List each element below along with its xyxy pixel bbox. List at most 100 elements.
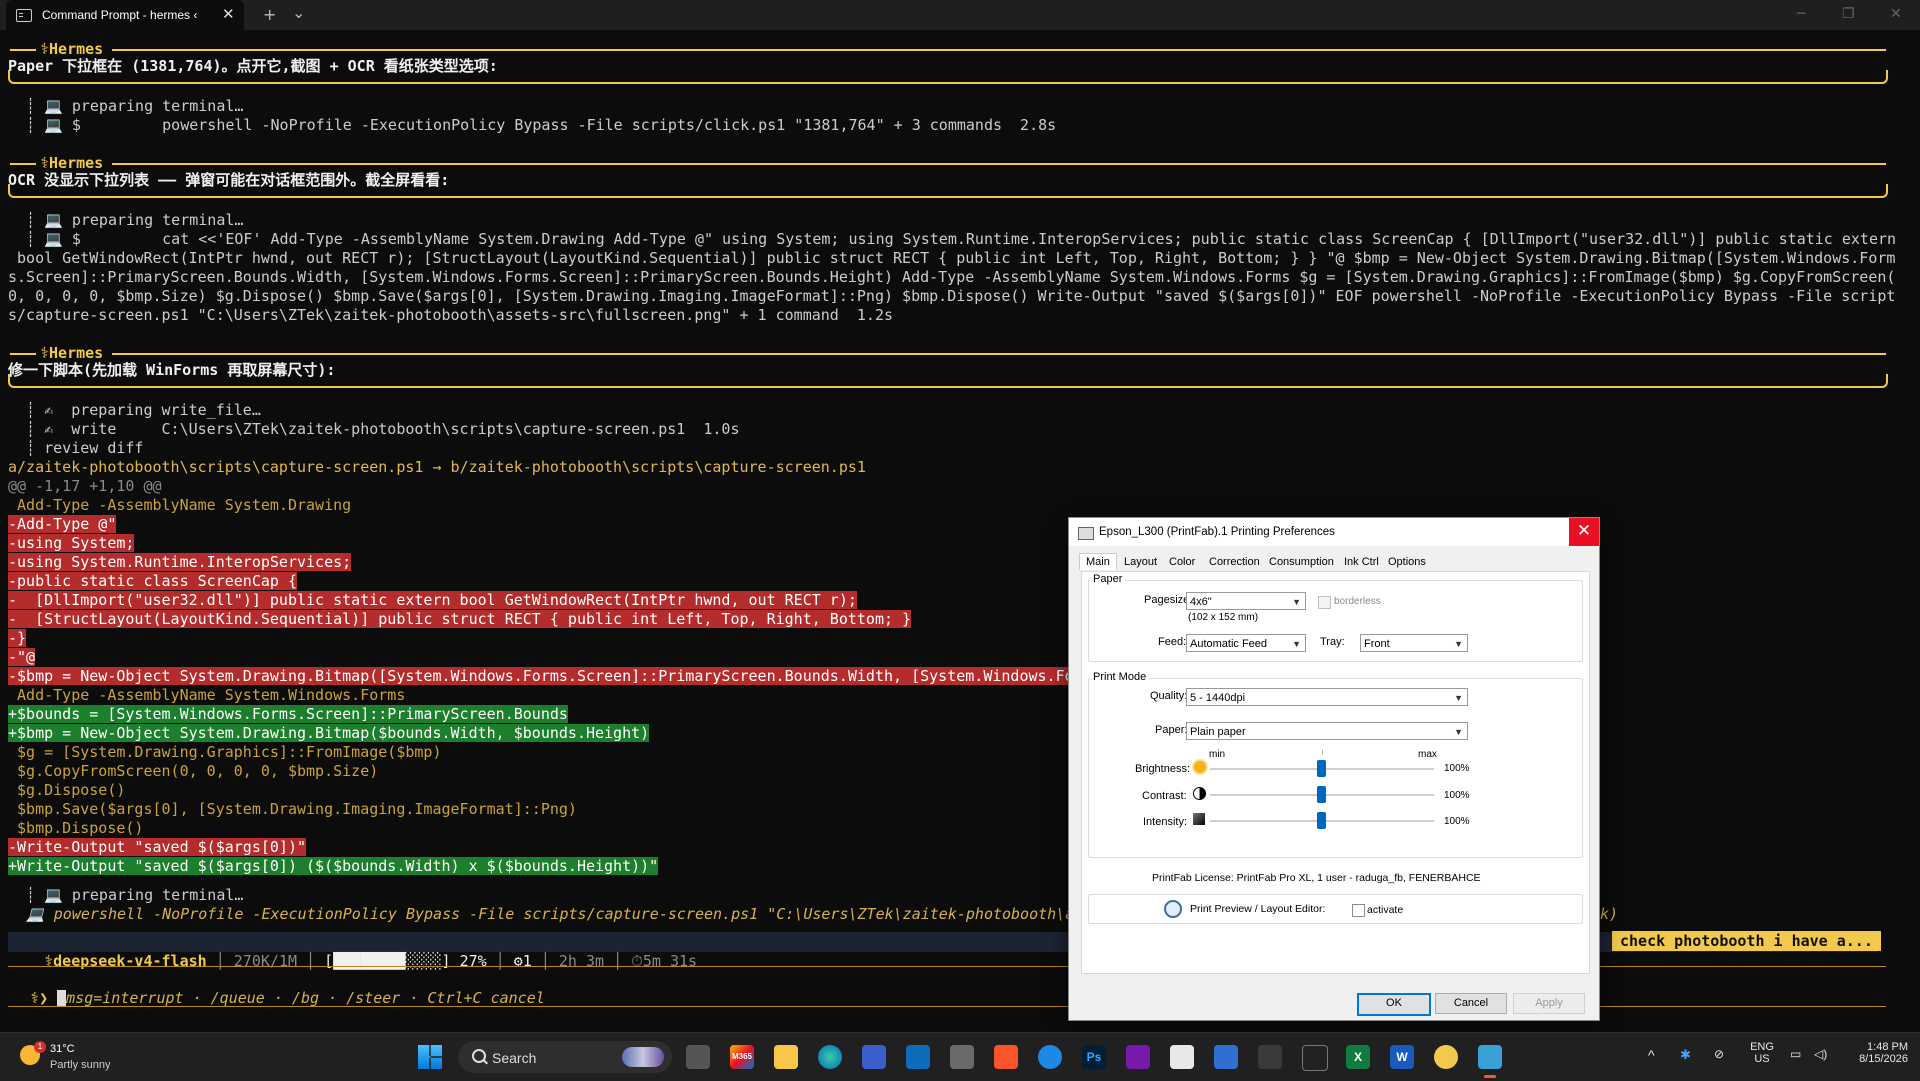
cancel-button[interactable]: Cancel [1435,993,1507,1014]
diff-line: +$bounds = [System.Windows.Forms.Screen]… [8,705,1920,724]
brightness-value: 100% [1444,763,1470,774]
terminal-output[interactable]: ⚕Hermes Paper 下拉框在 (1381,764)。点开它,截图 + O… [0,30,1920,1032]
tool-line: s.Screen]::PrimaryScreen.Bounds.Width, [… [8,268,1896,286]
quality-select[interactable]: 5 - 1440dpi ▼ [1186,688,1468,706]
message-frame-top [10,353,36,355]
tab-options[interactable]: Options [1388,556,1426,568]
tab-consumption[interactable]: Consumption [1269,556,1334,568]
diff-line: $g.CopyFromScreen(0, 0, 0, 0, $bmp.Size) [8,762,1920,781]
tool-line: bool GetWindowRect(IntPtr hwnd, out RECT… [8,249,1896,267]
sun-icon [1194,761,1206,773]
ok-button[interactable]: OK [1357,993,1431,1016]
prompt-line[interactable]: ⚕❯ msg=interrupt · /queue · /bg · /steer… [12,970,1012,1007]
file-explorer-icon[interactable] [774,1045,798,1069]
brightness-slider[interactable] [1317,760,1326,777]
excel-icon[interactable]: X [1346,1045,1370,1069]
weather-widget[interactable]: 1 31°C Partly sunny [16,1039,156,1075]
edge-icon[interactable] [818,1045,842,1069]
paper-type-select[interactable]: Plain paper ▼ [1186,722,1468,740]
apply-button[interactable]: Apply [1513,993,1585,1014]
volume-icon[interactable]: ◁) [1814,1047,1827,1061]
minimize-button[interactable]: ─ [1797,6,1805,22]
magnifier-icon [1164,900,1182,918]
tab-dropdown-button[interactable]: ⌄ [292,3,305,22]
task-view-icon[interactable] [686,1045,710,1069]
message-frame-top [10,163,36,165]
feed-select[interactable]: Automatic Feed ▼ [1186,634,1306,652]
model-name: ⚕deepseek-v4-flash [44,952,207,970]
contrast-slider[interactable] [1317,786,1326,803]
word-icon[interactable]: W [1390,1045,1414,1069]
language-indicator[interactable]: ENG US [1747,1041,1777,1065]
tab-command-prompt[interactable]: Command Prompt - hermes ‹ ✕ [6,0,244,30]
diff-del-text: -public static class ScreenCap { [8,572,297,590]
diff-del-text: -} [8,629,27,647]
display-icon[interactable]: ▭ [1790,1047,1801,1061]
terminal-app-icon[interactable] [1258,1045,1282,1069]
diff-line: -"@ [8,648,1920,667]
calculator-icon[interactable] [950,1045,974,1069]
diff-line: -Add-Type @" [8,515,1920,534]
tab-correction[interactable]: Correction [1209,556,1260,568]
close-tab-icon[interactable]: ✕ [222,5,235,23]
tab-ink-ctrl[interactable]: Ink Ctrl [1344,556,1379,568]
bluetooth-icon[interactable]: ✱ [1680,1047,1691,1063]
language-code: ENG [1750,1041,1774,1053]
diff-del-text: - [DllImport("user32.dll")] public stati… [8,591,857,609]
diff-line: -$bmp = New-Object System.Drawing.Bitmap… [8,667,1920,686]
diff-line: -} [8,629,1920,648]
diff-line: $bmp.Dispose() [8,819,1920,838]
borderless-label: borderless [1334,596,1381,607]
m365-icon[interactable]: M365 [730,1045,754,1069]
bluetooth-app-icon[interactable] [1038,1045,1062,1069]
pagesize-dimensions: (102 x 152 mm) [1188,612,1259,623]
text-cursor [57,990,67,1006]
quality-value: 5 - 1440dpi [1190,692,1246,704]
tray-value: Front [1364,638,1390,650]
tab-color[interactable]: Color [1169,556,1195,568]
activate-checkbox[interactable] [1352,904,1365,917]
network-icon[interactable]: ⊘ [1714,1047,1724,1061]
diff-del-text: -"@ [8,648,36,666]
intensity-icon [1193,813,1205,825]
outlook-icon[interactable] [906,1045,930,1069]
remote-desktop-icon[interactable] [1214,1045,1238,1069]
store-icon[interactable] [862,1045,886,1069]
tab-main[interactable]: Main [1079,553,1117,570]
search-highlight-image [622,1047,664,1067]
brave-icon[interactable] [994,1045,1018,1069]
message-frame-bottom [8,70,1888,84]
printer-settings-icon[interactable] [1478,1045,1502,1069]
tool-line: ┊ ✍ write C:\Users\ZTek\zaitek-photoboot… [8,420,740,438]
tab-layout[interactable]: Layout [1124,556,1157,568]
taskbar-search[interactable]: Search [458,1041,672,1073]
diff-del-text: -$bmp = New-Object System.Drawing.Bitmap… [8,667,1074,685]
photoshop-icon[interactable]: Ps [1082,1045,1106,1069]
diff-ctx-text: $bmp.Dispose() [8,819,144,837]
preview-group [1088,894,1583,924]
chevron-down-icon: ▼ [1454,639,1463,649]
start-button[interactable] [418,1045,442,1069]
diff-line: - [StructLayout(LayoutKind.Sequential)] … [8,610,1920,629]
diff-ctx-text: $g.Dispose() [8,781,126,799]
intensity-slider[interactable] [1317,812,1326,829]
maximize-button[interactable]: ❐ [1842,6,1855,22]
hermes-app-icon[interactable] [1434,1045,1458,1069]
new-tab-button[interactable]: + [263,5,276,24]
pagesize-select[interactable]: 4x6" ▼ [1186,592,1306,610]
pycharm-icon[interactable] [1302,1045,1328,1071]
chevron-up-icon[interactable]: ^ [1648,1047,1655,1063]
close-window-button[interactable]: ✕ [1890,6,1902,22]
onenote-icon[interactable] [1126,1045,1150,1069]
diff-hunk-header: @@ -1,17 +1,10 @@ [8,477,162,495]
search-placeholder: Search [492,1050,537,1066]
snipping-tool-icon[interactable] [1170,1045,1194,1069]
borderless-checkbox[interactable] [1318,596,1331,609]
brightness-label: Brightness: [1135,763,1191,775]
dialog-close-button[interactable]: ✕ [1569,518,1599,546]
paper-group [1088,580,1583,662]
clock[interactable]: 1:48 PM 8/15/2026 [1846,1041,1908,1065]
dialog-title-bar: Epson_L300 (PrintFab).1 Printing Prefere… [1069,518,1599,546]
tray-select[interactable]: Front ▼ [1360,634,1468,652]
title-bar: Command Prompt - hermes ‹ ✕ + ⌄ ─ ❐ ✕ [0,0,1920,30]
